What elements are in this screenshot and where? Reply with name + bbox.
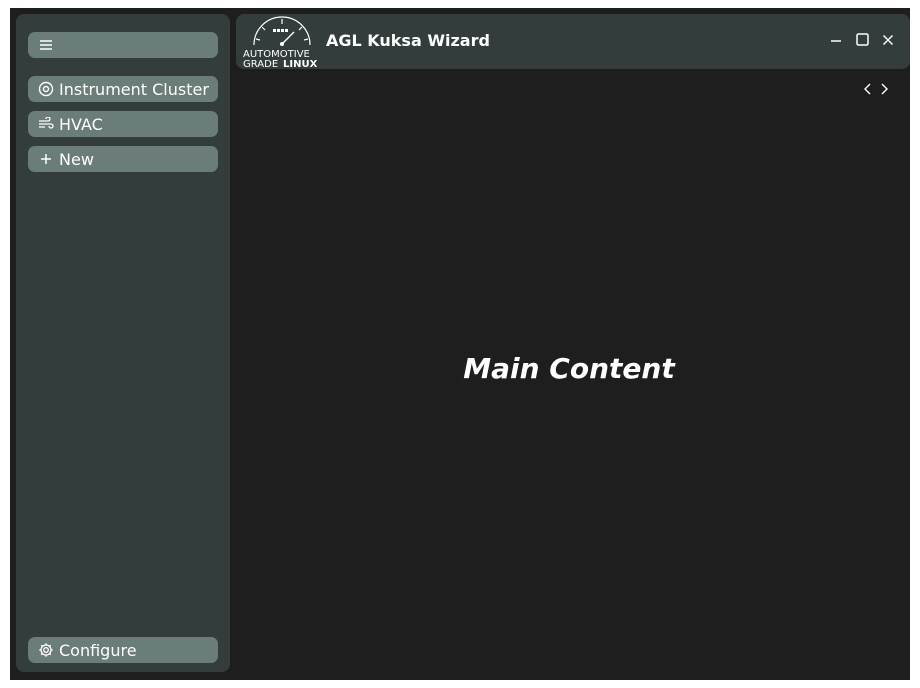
- forward-button[interactable]: [877, 82, 891, 98]
- close-button[interactable]: [880, 32, 896, 48]
- sidebar-item-hvac[interactable]: HVAC: [28, 111, 218, 137]
- sidebar-item-label: Instrument Cluster: [59, 79, 209, 99]
- header-bar: AUTOMOTIVE GRADE LINUX AGL Kuksa Wizard: [236, 14, 910, 69]
- chevron-right-icon: [879, 81, 889, 100]
- hamburger-icon: [37, 36, 55, 54]
- main-content-label: Main Content: [463, 352, 675, 385]
- logo-text-line2-b: LINUX: [283, 59, 318, 69]
- plus-icon: [37, 150, 55, 168]
- wind-icon: [37, 115, 55, 133]
- agl-logo: AUTOMOTIVE GRADE LINUX: [243, 16, 318, 69]
- sidebar-item-label: HVAC: [59, 114, 103, 134]
- app-window: Instrument Cluster HVAC New Configure AU…: [10, 8, 910, 680]
- sidebar: Instrument Cluster HVAC New Configure: [16, 14, 230, 672]
- configure-label: Configure: [59, 640, 137, 660]
- app-title: AGL Kuksa Wizard: [326, 31, 490, 50]
- chevron-left-icon: [863, 81, 873, 100]
- logo-text-line2-a: GRADE: [243, 59, 278, 69]
- close-icon: [882, 31, 894, 50]
- maximize-button[interactable]: [854, 32, 870, 48]
- gear-icon: [37, 641, 55, 659]
- configure-button[interactable]: Configure: [28, 637, 218, 663]
- minimize-button[interactable]: [828, 32, 844, 48]
- sidebar-menu-button[interactable]: [28, 32, 218, 58]
- sidebar-item-label: New: [59, 149, 94, 169]
- sidebar-item-instrument-cluster[interactable]: Instrument Cluster: [28, 76, 218, 102]
- back-button[interactable]: [861, 82, 875, 98]
- sidebar-item-new[interactable]: New: [28, 146, 218, 172]
- minimize-icon: [830, 31, 842, 50]
- maximize-icon: [855, 31, 869, 50]
- gauge-icon: [37, 80, 55, 98]
